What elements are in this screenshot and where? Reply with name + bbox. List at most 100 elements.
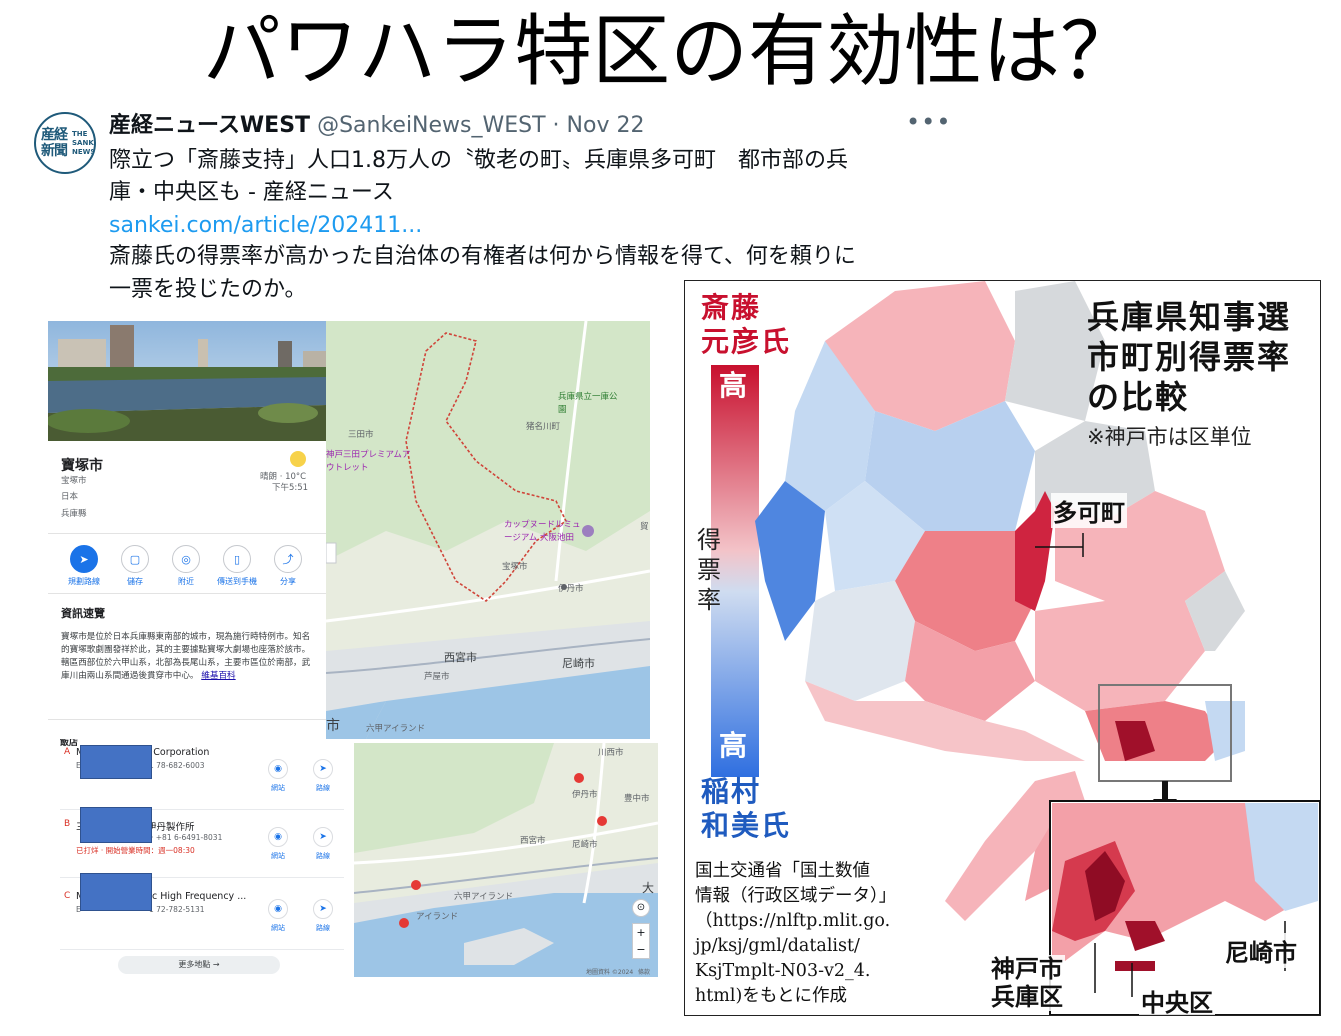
map-label-inagawa: 猪名川町 — [526, 422, 561, 432]
my-location-icon[interactable]: ⊙ — [632, 899, 650, 917]
result-hours: 已打烊 · 開始營業時間：週一08:30 — [76, 846, 195, 855]
place-sub-2: 日本 — [61, 492, 79, 502]
quick-facts-title: 資訊速覽 — [61, 607, 105, 620]
map-label-edge: 貿 — [640, 522, 649, 532]
map2-label-rokko: 六甲アイランド — [454, 892, 514, 902]
map-label-takarazuka: 宝塚市 — [502, 562, 528, 572]
result-phone: 1 72-782-5131 — [149, 905, 205, 914]
website-icon[interactable]: ◉ — [268, 899, 288, 919]
sun-icon — [290, 451, 306, 467]
save-button[interactable]: ▢ — [121, 545, 149, 573]
tweet-link[interactable]: sankei.com/article/202411... — [109, 211, 422, 241]
maps-screenshot: 寶塚市 宝塚市 日本 兵庫縣 晴朗 · 10°C 下午5:51 ➤ 規劃路線 ▢… — [48, 321, 650, 739]
zoom-controls[interactable]: + − — [632, 923, 650, 959]
map-label-outlet: 神戸三田プレミアムアウトレット — [326, 450, 411, 473]
more-places-button[interactable]: 更多地點 → — [118, 956, 280, 974]
result-row[interactable]: A M c Corporation E 1 78-682-6003 ◉ 網站 ➤… — [48, 743, 354, 813]
divider — [48, 719, 326, 720]
result-name: c Corporation — [145, 747, 210, 758]
avatar-kanji: 産経新聞 — [41, 127, 68, 159]
divider — [48, 593, 326, 594]
callout-chuo: 中央区 — [1139, 983, 1215, 1015]
map2-label-nishinomiya: 西宮市 — [520, 836, 546, 846]
share-label: 分享 — [280, 577, 296, 586]
result-phone: 1 78-682-6003 — [149, 761, 205, 770]
avatar-text: THE SANKEI NEWS — [72, 130, 96, 156]
directions-button[interactable]: ➤ — [70, 545, 98, 573]
map-label-rokko: 六甲アイランド — [366, 724, 426, 734]
search-results-screenshot: 飯店 A M c Corporation E 1 78-682-6003 ◉ 網… — [48, 739, 354, 981]
share-button[interactable]: ⤴ — [274, 545, 302, 573]
tweet-handle-date[interactable]: @SankeiNews_WEST · Nov 22 — [317, 113, 644, 138]
place-photo — [48, 321, 326, 441]
route-icon[interactable]: ➤ — [313, 827, 333, 847]
place-sub-3: 兵庫縣 — [61, 509, 87, 519]
map-label-amagasaki: 尼崎市 — [562, 657, 595, 670]
map-label-sanda: 三田市 — [348, 430, 374, 440]
divider — [48, 533, 326, 534]
redaction-box — [80, 873, 152, 911]
tweet-header: 産経ニュースWEST @SankeiNews_WEST · Nov 22 — [109, 112, 644, 140]
route-icon[interactable]: ➤ — [313, 759, 333, 779]
local-time: 下午5:51 — [272, 483, 309, 493]
map-view[interactable]: 兵庫県立一庫公園 猪名川町 三田市 神戸三田プレミアムアウトレット カップヌード… — [326, 321, 650, 739]
tweet-author-name[interactable]: 産経ニュースWEST — [109, 113, 310, 138]
result-phone: · +81 6-6491-8031 — [151, 833, 223, 842]
candidate-inamura-label: 稲村 和美氏 — [701, 775, 792, 842]
map-label-itami: 伊丹市 — [558, 584, 584, 594]
map-label-museum: カップヌードルミュージアム 大阪池田 — [504, 520, 581, 543]
website-label: 網站 — [271, 784, 285, 792]
save-label: 儲存 — [127, 577, 143, 586]
figure-source: 国土交通省「国土数値 情報（行政区域データ）」 （https://nlftp.m… — [695, 861, 897, 1006]
map2-terms[interactable]: 條款 — [638, 967, 650, 976]
callout-taka: 多可町 — [1051, 493, 1127, 528]
map2-edge-label: 大 — [642, 881, 655, 895]
route-label: 路線 — [316, 852, 330, 860]
map-screenshot-2[interactable]: 川西市 伊丹市 豊中市 西宮市 尼崎市 六甲アイランド アイランド 大 ⊙ + −… — [354, 743, 658, 977]
divider — [60, 949, 344, 950]
wikipedia-link[interactable]: 維基百科 — [201, 671, 235, 681]
figure-title: 兵庫県知事選 市町別得票率 の比較 — [1087, 298, 1292, 416]
redaction-box — [80, 745, 152, 779]
result-marker: B — [64, 819, 71, 829]
website-label: 網站 — [271, 852, 285, 860]
result-row[interactable]: C M c High Frequency ... E 1 72-782-5131… — [48, 873, 354, 955]
figure-note: ※神戸市は区単位 — [1087, 425, 1252, 449]
place-sub-1: 宝塚市 — [61, 476, 87, 486]
tweet-text-line-1: 際立つ「斎藤支持」人口1.8万人の〝敬老の町〟兵庫県多可町 都市部の兵 — [109, 148, 848, 173]
route-icon[interactable]: ➤ — [313, 899, 333, 919]
website-icon[interactable]: ◉ — [268, 759, 288, 779]
election-choropleth-figure: 斎藤 元彦氏 高 得 票 率 高 稲村 和美氏 兵庫県知事選 市町別得票率 の比… — [684, 280, 1321, 1016]
nearby-label: 附近 — [178, 577, 194, 586]
directions-label: 規劃路線 — [68, 577, 100, 586]
tweet-text-line-2: 庫・中央区も - 産経ニュース — [109, 180, 394, 205]
result-marker: A — [64, 747, 71, 757]
send-to-phone-button[interactable]: ▯ — [223, 545, 251, 573]
tweet-text-line-4: 一票を投じたのか。 — [109, 277, 307, 302]
redaction-box — [80, 807, 152, 843]
map-label-nishinomiya: 西宮市 — [444, 651, 477, 664]
result-marker: C — [64, 891, 71, 901]
more-options-icon[interactable]: ••• — [906, 108, 951, 136]
description-text: 寶塚市是位於日本兵庫縣東南部的城市，現為施行時特例市。知名的寶塚歌劇團發祥於此，… — [61, 632, 311, 681]
map2-label-amagasaki: 尼崎市 — [572, 840, 598, 850]
callout-amagasaki: 尼崎市 — [1223, 933, 1299, 968]
callout-kobe-hyogo: 神戸市 兵庫区 — [989, 955, 1065, 1011]
legend-axis-label: 得 票 率 — [697, 526, 723, 614]
slide-title: パワハラ特区の有効性は？ — [202, 7, 1139, 97]
website-icon[interactable]: ◉ — [268, 827, 288, 847]
map-label-ashiya: 芦屋市 — [424, 672, 450, 682]
sankei-avatar[interactable]: 産経新聞 THE SANKEI NEWS — [34, 112, 96, 174]
website-label: 網站 — [271, 924, 285, 932]
place-name: 寶塚市 — [61, 458, 103, 474]
map-label-city: 市 — [326, 718, 340, 734]
legend-high-bottom: 高 — [719, 729, 750, 762]
map2-label-itami: 伊丹市 — [572, 790, 598, 800]
candidate-saito-label: 斎藤 元彦氏 — [701, 291, 792, 358]
result-name: c High Frequency ... — [152, 891, 247, 902]
route-label: 路線 — [316, 784, 330, 792]
nearby-button[interactable]: ◎ — [172, 545, 200, 573]
map-label-park: 兵庫県立一庫公園 — [558, 392, 618, 415]
legend-high-top: 高 — [719, 369, 750, 402]
tweet-link-text[interactable]: sankei.com/article/202411... — [109, 213, 422, 238]
